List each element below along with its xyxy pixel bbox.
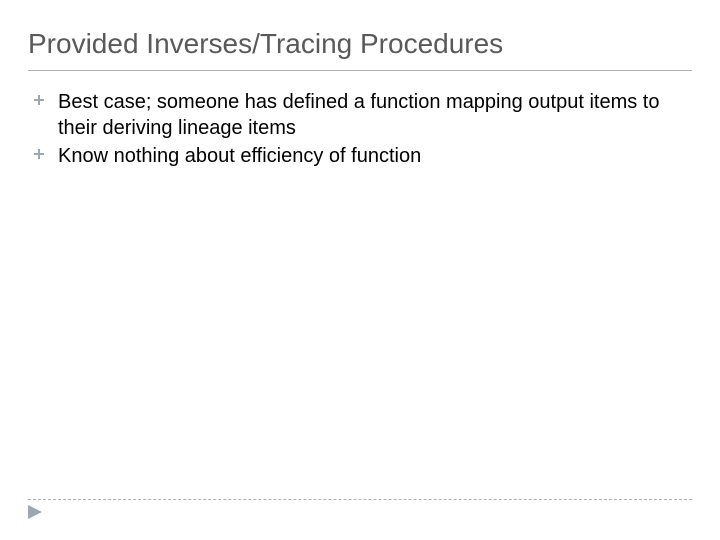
- bullet-icon: [34, 149, 48, 159]
- list-item: Know nothing about efficiency of functio…: [34, 143, 692, 169]
- footer-marker-icon: [28, 505, 42, 524]
- slide-container: Provided Inverses/Tracing Procedures Bes…: [0, 0, 720, 540]
- bullet-icon: [34, 95, 48, 105]
- bullet-text: Know nothing about efficiency of functio…: [58, 143, 421, 169]
- slide-title: Provided Inverses/Tracing Procedures: [28, 28, 692, 71]
- bullet-text: Best case; someone has defined a functio…: [58, 89, 692, 141]
- footer-divider: [28, 499, 692, 500]
- bullet-list: Best case; someone has defined a functio…: [28, 89, 692, 169]
- list-item: Best case; someone has defined a functio…: [34, 89, 692, 141]
